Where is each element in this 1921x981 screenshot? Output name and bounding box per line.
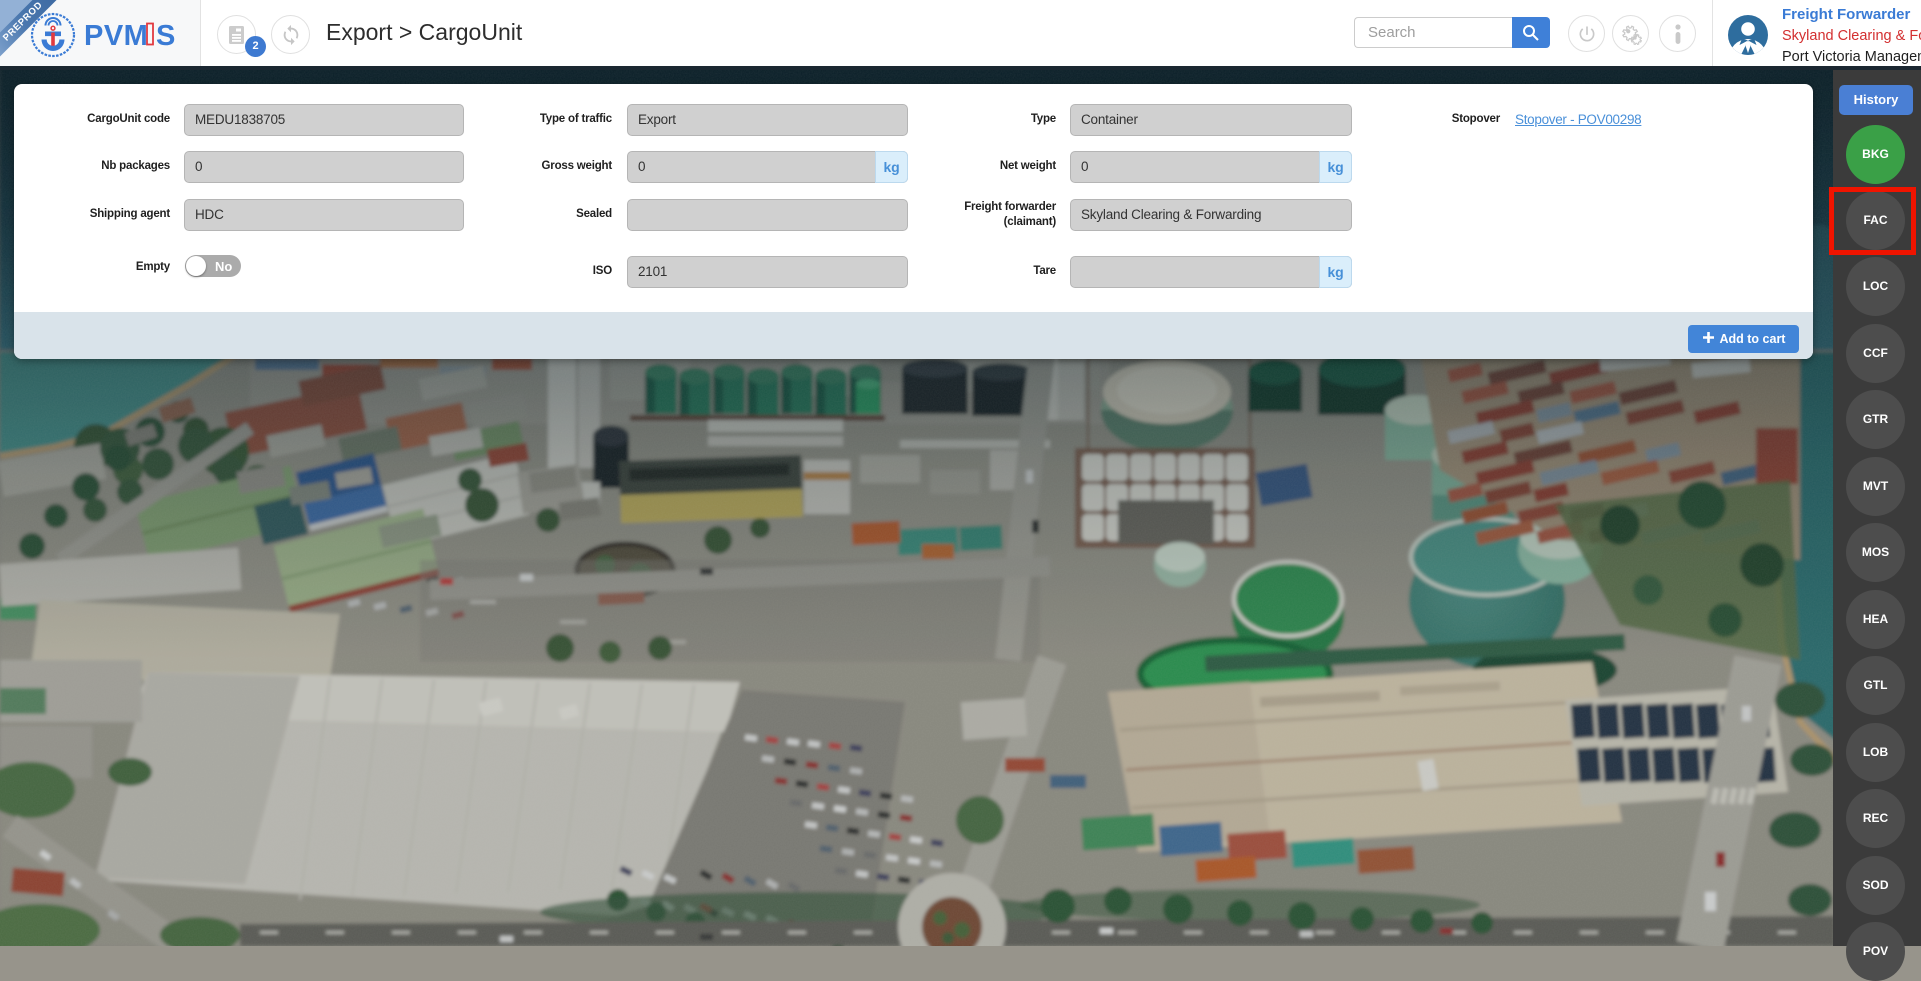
svg-text:PVM: PVM: [84, 20, 148, 52]
svg-text:S: S: [156, 20, 175, 52]
